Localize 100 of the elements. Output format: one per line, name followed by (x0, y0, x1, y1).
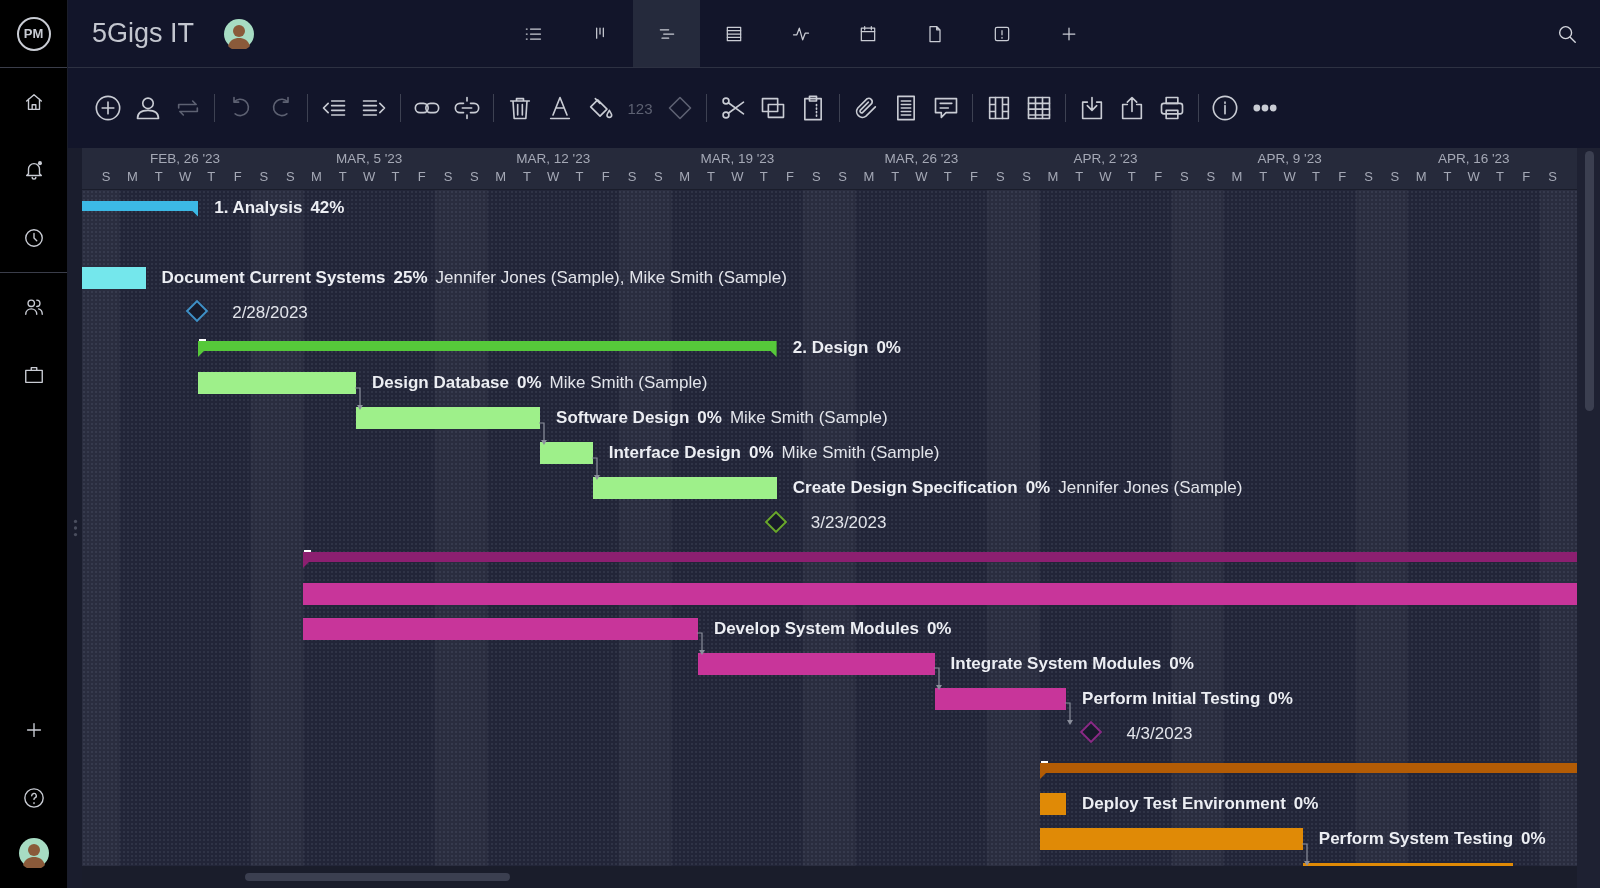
summary-bar[interactable] (82, 201, 199, 217)
task-name: Software Design (556, 408, 690, 429)
day-label: M (1046, 168, 1060, 186)
summary-name: 2. Design (792, 337, 869, 358)
task-name: Design Database (372, 373, 509, 393)
task-name: Create Design Specification (792, 478, 1018, 499)
assignees: Jennifer Jones (Sample) (1058, 478, 1243, 499)
day-label: W (362, 168, 377, 186)
day-label: M (310, 168, 323, 186)
logo[interactable]: PM (16, 16, 51, 51)
task-name: Interface Design (608, 443, 741, 464)
week-label: APR, 2 '23 (1073, 150, 1138, 168)
day-label: T (521, 168, 532, 186)
info-icon[interactable] (1211, 94, 1239, 122)
task-bar[interactable] (540, 442, 593, 465)
day-label: S (100, 168, 112, 186)
day-label: M (126, 168, 139, 186)
day-label: S (1179, 168, 1190, 186)
people-icon[interactable] (22, 296, 45, 318)
task-bar[interactable] (1039, 828, 1303, 851)
task-name: Document Current Systems (161, 267, 386, 288)
day-label: S (469, 168, 480, 186)
table-icon[interactable] (1025, 94, 1053, 122)
assignees: Mike Smith (Sample) (729, 408, 888, 429)
collapse-toggle[interactable] (304, 549, 312, 552)
scrollbar-thumb[interactable] (245, 873, 510, 881)
day-label: T (574, 168, 585, 186)
milestone-date: 3/23/2023 (810, 512, 887, 535)
unlink-icon[interactable] (453, 94, 481, 122)
week-label: FEB, 26 '23 (150, 150, 221, 168)
assignees: Mike Smith (Sample) (549, 373, 708, 393)
briefcase-icon[interactable] (22, 364, 45, 386)
task-name: Perform Initial Testing (1082, 688, 1261, 709)
task-bar[interactable] (592, 477, 777, 500)
day-label: W (1282, 168, 1297, 186)
week-label: MAR, 5 '23 (335, 150, 403, 168)
milestone-date: 4/3/2023 (1126, 722, 1193, 745)
assignees: Jennifer Jones (Sample), Mike Smith (Sample) (435, 267, 787, 288)
avatar[interactable] (18, 838, 49, 868)
day-label: S (810, 168, 822, 186)
percent-complete: 0% (926, 618, 952, 639)
percent-complete: 0% (1169, 653, 1194, 674)
day-label: T (1495, 168, 1505, 186)
day-label: S (284, 168, 296, 186)
day-label: T (1310, 168, 1321, 186)
day-label: S (653, 168, 664, 186)
percent-complete: 0% (748, 443, 774, 464)
week-label: APR, 16 '23 (1437, 150, 1510, 168)
task-bar[interactable] (198, 371, 356, 394)
scissors-icon[interactable] (719, 94, 747, 122)
task-bar[interactable] (82, 266, 146, 289)
day-label: T (206, 168, 217, 186)
percent-complete: 42% (310, 197, 345, 218)
avatar[interactable] (224, 18, 255, 49)
percent-complete: 0% (1293, 794, 1319, 815)
task-name: Integrate System Modules (950, 653, 1162, 674)
task-bar[interactable] (356, 407, 541, 430)
add-icon[interactable] (94, 94, 122, 122)
milestone-date: 2/28/2023 (232, 301, 308, 324)
task-name: Develop System Modules (713, 618, 919, 639)
day-label: T (390, 168, 401, 186)
day-label: S (1389, 168, 1401, 186)
day-label: W (730, 168, 745, 186)
day-label: S (1021, 168, 1032, 186)
percent-complete: 0% (1025, 478, 1051, 499)
help-icon[interactable] (22, 787, 45, 809)
collapse-toggle[interactable] (199, 339, 207, 342)
clock-icon[interactable] (22, 227, 45, 249)
day-label: W (1098, 168, 1113, 186)
day-label: W (546, 168, 561, 186)
day-label: S (1363, 168, 1374, 186)
user-icon[interactable] (134, 94, 162, 122)
assignees: Mike Smith (Sample) (781, 443, 940, 464)
week-label: MAR, 12 '23 (516, 150, 591, 168)
day-label: T (758, 168, 769, 186)
collapse-toggle[interactable] (1040, 760, 1048, 763)
task-bar[interactable] (1039, 793, 1067, 816)
summary-name: 1. Analysis (214, 197, 303, 218)
day-label: T (1442, 168, 1453, 186)
day-label: S (442, 168, 454, 186)
percent-complete: 0% (1268, 688, 1293, 709)
day-label: F (1521, 168, 1532, 186)
day-label: F (1337, 168, 1348, 186)
scrollbar-thumb[interactable] (1585, 151, 1594, 411)
summary-bar[interactable] (198, 341, 777, 358)
project-title: 5Gigs IT (92, 18, 195, 49)
day-label: W (177, 168, 193, 186)
resize-handle-icon[interactable] (72, 519, 78, 537)
day-label: T (1126, 168, 1137, 186)
day-label: F (969, 168, 979, 186)
day-label: F (600, 168, 611, 186)
day-label: W (1466, 168, 1481, 186)
printer-icon[interactable] (1158, 94, 1186, 122)
day-label: T (1074, 168, 1085, 186)
day-label: T (706, 168, 716, 186)
day-label: M (1230, 168, 1244, 186)
day-label: T (942, 168, 953, 186)
day-label: F (1153, 168, 1164, 186)
percent-complete: 0% (876, 337, 901, 358)
week-label: APR, 9 '23 (1257, 150, 1322, 168)
